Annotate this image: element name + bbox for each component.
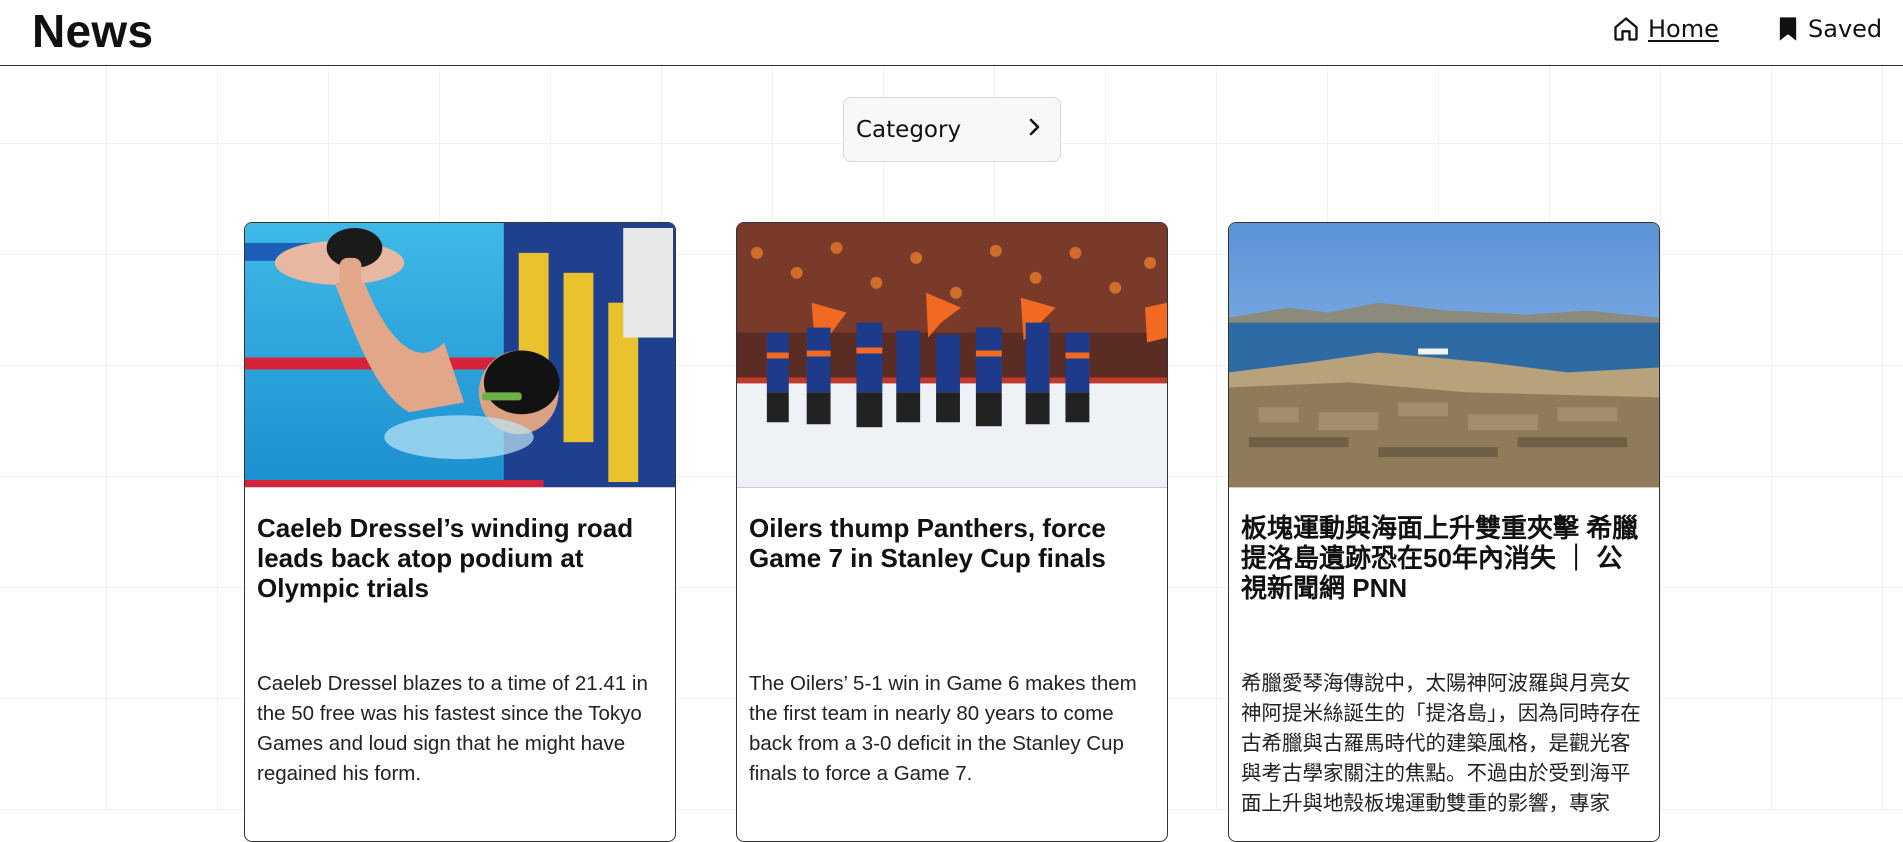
chevron-right-icon: [1026, 116, 1042, 144]
article-card[interactable]: Caeleb Dressel’s winding road leads back…: [244, 222, 676, 842]
article-title[interactable]: Caeleb Dressel’s winding road leads back…: [257, 513, 661, 603]
article-title[interactable]: 板塊運動與海面上升雙重夾擊 希臘提洛島遺跡恐在50年內消失 ｜ 公視新聞網 PN…: [1241, 513, 1645, 603]
nav-saved-label: Saved: [1808, 15, 1883, 43]
article-image-island[interactable]: [1229, 223, 1659, 488]
brand-logo[interactable]: News: [32, 4, 153, 58]
article-card[interactable]: Oilers thump Panthers, force Game 7 in S…: [736, 222, 1168, 842]
article-description: The Oilers’ 5-1 win in Game 6 makes them…: [749, 672, 1137, 785]
article-image-hockey[interactable]: [737, 223, 1167, 488]
article-description: 希臘愛琴海傳說中，太陽神阿波羅與月亮女神阿提米絲誕生的「提洛島」，因為同時存在古…: [1241, 672, 1641, 815]
home-icon: [1612, 15, 1640, 43]
category-button[interactable]: Category: [843, 97, 1061, 162]
article-image-swimmer[interactable]: [245, 223, 675, 488]
article-card[interactable]: 板塊運動與海面上升雙重夾擊 希臘提洛島遺跡恐在50年內消失 ｜ 公視新聞網 PN…: [1228, 222, 1660, 842]
nav-saved-link[interactable]: Saved: [1776, 12, 1882, 46]
top-bar: News Home Saved: [0, 0, 1903, 66]
category-label: Category: [856, 116, 962, 143]
nav-home-link[interactable]: Home: [1612, 12, 1719, 46]
nav-home-label: Home: [1648, 15, 1719, 43]
article-title[interactable]: Oilers thump Panthers, force Game 7 in S…: [749, 513, 1153, 573]
article-description: Caeleb Dressel blazes to a time of 21.41…: [257, 672, 648, 785]
bookmark-icon: [1776, 15, 1800, 43]
